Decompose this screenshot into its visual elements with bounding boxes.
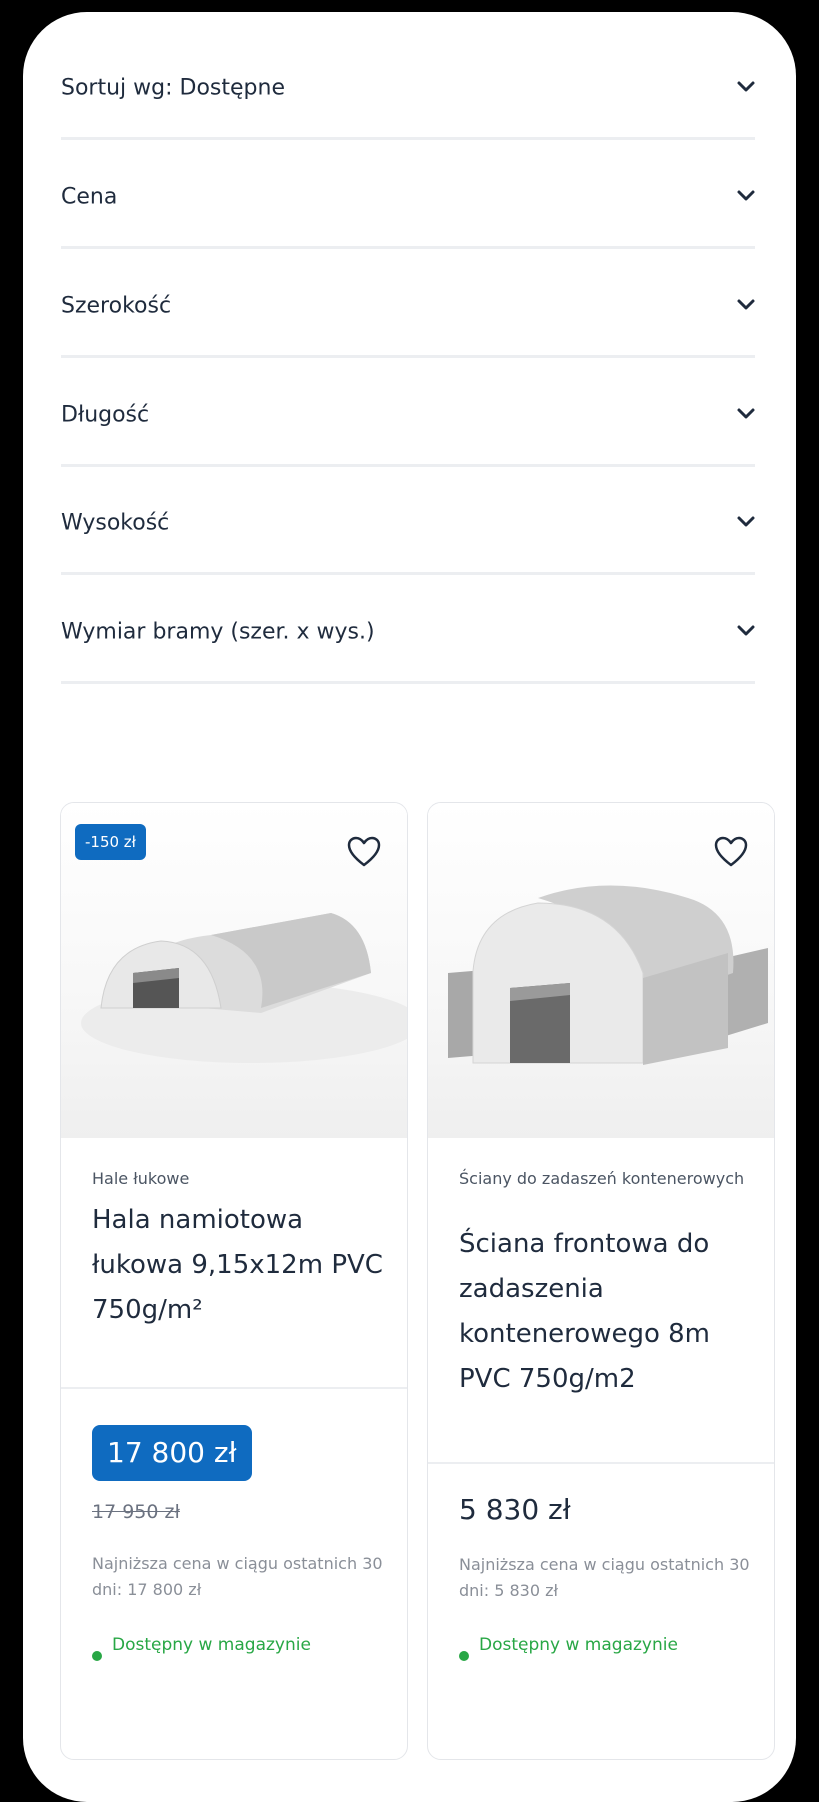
chevron-down-icon [737, 81, 755, 92]
product-card[interactable]: Ściany do zadaszeń kontenerowych Ściana … [427, 802, 775, 1760]
filter-width[interactable]: Szerokość [61, 254, 755, 358]
heart-icon[interactable] [713, 835, 749, 869]
card-divider [428, 1462, 774, 1464]
stock-status: Dostępny w magazynie [459, 1631, 774, 1661]
stock-status: Dostępny w magazynie [92, 1631, 407, 1661]
product-category: Hale łukowe [92, 1169, 190, 1188]
chevron-down-icon [737, 516, 755, 527]
divider [61, 355, 755, 358]
chevron-down-icon [737, 408, 755, 419]
old-price: 17 950 zł [92, 1501, 180, 1523]
filter-label: Cena [61, 184, 118, 210]
filter-sort[interactable]: Sortuj wg: Dostępne [61, 36, 755, 140]
product-title[interactable]: Ściana frontowa do zadaszenia kontenerow… [459, 1222, 759, 1402]
divider [61, 681, 755, 684]
product-category: Ściany do zadaszeń kontenerowych [459, 1169, 745, 1188]
filter-label: Wymiar bramy (szer. x wys.) [61, 619, 375, 645]
heart-icon[interactable] [346, 835, 382, 869]
divider [61, 572, 755, 575]
discount-badge: -150 zł [75, 824, 146, 860]
product-title[interactable]: Hala namiotowa łukowa 9,15x12m PVC 750g/… [92, 1198, 392, 1333]
filter-height[interactable]: Wysokość [61, 471, 755, 575]
filter-label: Długość [61, 402, 150, 428]
chevron-down-icon [737, 625, 755, 636]
filter-label: Wysokość [61, 510, 170, 536]
divider [61, 137, 755, 140]
stock-label: Dostępny w magazynie [479, 1635, 678, 1655]
in-stock-dot-icon [92, 1651, 102, 1661]
lowest-price-note: Najniższa cena w ciągu ostatnich 30 dni:… [459, 1555, 750, 1600]
stock-label: Dostępny w magazynie [112, 1635, 311, 1655]
divider [61, 246, 755, 249]
phone-screen: Sortuj wg: Dostępne Cena Szerokość Długo… [23, 12, 796, 1802]
chevron-down-icon [737, 299, 755, 310]
chevron-down-icon [737, 190, 755, 201]
filter-length[interactable]: Długość [61, 363, 755, 467]
divider [61, 464, 755, 467]
filter-gate-size[interactable]: Wymiar bramy (szer. x wys.) [61, 580, 755, 684]
card-divider [61, 1387, 407, 1389]
product-price: 17 800 zł [92, 1425, 252, 1481]
in-stock-dot-icon [459, 1651, 469, 1661]
filter-label: Szerokość [61, 293, 172, 319]
filter-price[interactable]: Cena [61, 145, 755, 249]
filter-label: Sortuj wg: Dostępne [61, 75, 285, 101]
product-price: 5 830 zł [459, 1493, 571, 1526]
lowest-price-note: Najniższa cena w ciągu ostatnich 30 dni:… [92, 1554, 383, 1599]
product-card[interactable]: -150 zł Hale łukowe Hala namiotowa łukow… [60, 802, 408, 1760]
